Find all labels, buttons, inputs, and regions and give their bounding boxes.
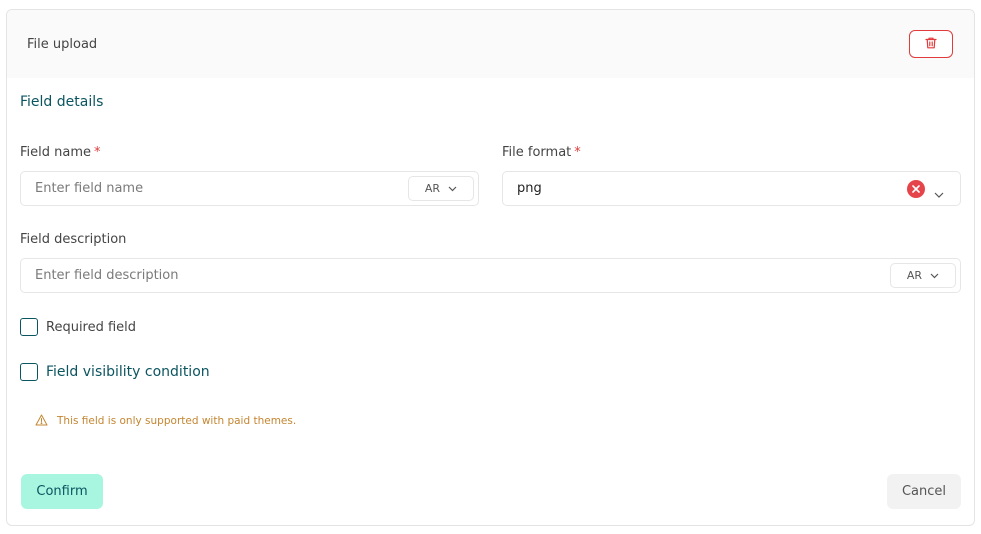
- field-name-label: Field name *: [20, 145, 101, 160]
- chevron-down-icon[interactable]: [934, 184, 944, 203]
- visibility-condition-checkbox-row[interactable]: Field visibility condition: [20, 363, 210, 381]
- visibility-condition-label: Field visibility condition: [46, 364, 210, 380]
- confirm-button[interactable]: Confirm: [21, 474, 103, 509]
- warning-icon: [35, 411, 48, 430]
- delete-button[interactable]: [909, 30, 953, 58]
- section-title: Field details: [20, 94, 104, 110]
- language-value: AR: [906, 269, 923, 282]
- warning-text: This field is only supported with paid t…: [57, 414, 297, 427]
- required-field-label: Required field: [46, 319, 137, 335]
- form-card: File upload Field details Field name* AR: [6, 9, 975, 526]
- visibility-condition-checkbox[interactable]: [20, 363, 38, 381]
- field-name-language-select[interactable]: AR: [408, 176, 474, 201]
- card-header: File upload: [7, 10, 974, 78]
- field-description-input[interactable]: [35, 268, 960, 283]
- paid-theme-warning: This field is only supported with paid t…: [35, 411, 296, 430]
- field-description-input-wrapper: AR: [20, 258, 961, 293]
- required-asterisk: *: [94, 145, 101, 160]
- field-name-label-text: Field name: [20, 145, 92, 160]
- clear-icon[interactable]: [907, 180, 925, 198]
- field-description-language-select[interactable]: AR: [890, 263, 956, 288]
- file-format-label: File format *: [502, 145, 581, 160]
- required-field-checkbox-row[interactable]: Required field: [20, 318, 136, 336]
- required-asterisk: *: [574, 145, 581, 160]
- chevron-down-icon: [448, 182, 457, 195]
- cancel-button[interactable]: Cancel: [887, 474, 961, 509]
- file-format-select[interactable]: png: [502, 171, 961, 206]
- chevron-down-icon: [930, 269, 939, 282]
- trash-icon: [924, 36, 938, 53]
- file-format-label-text: File format: [502, 145, 572, 160]
- card-title: File upload: [27, 36, 98, 52]
- language-value: AR: [424, 182, 441, 195]
- required-field-checkbox[interactable]: [20, 318, 38, 336]
- file-format-value: png: [517, 181, 542, 196]
- field-name-input-wrapper: AR: [20, 171, 479, 206]
- field-description-label: Field description: [20, 232, 127, 247]
